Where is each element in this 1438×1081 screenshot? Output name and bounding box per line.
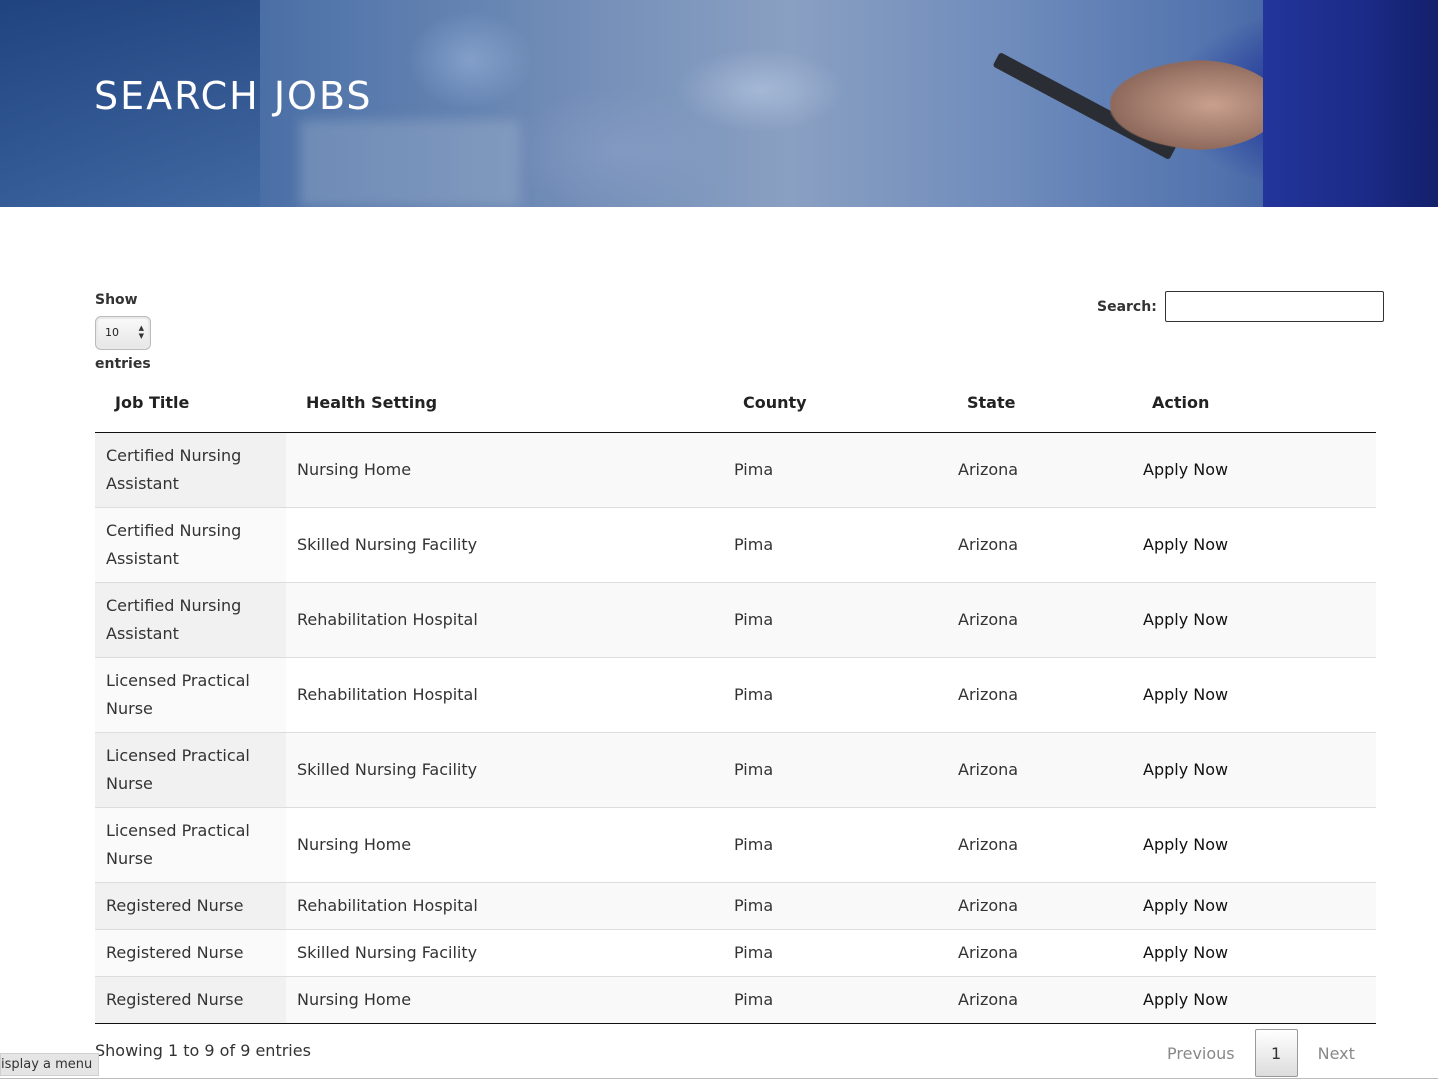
select-arrows-icon: ▲ ▼ bbox=[138, 324, 144, 340]
cell-state: Arizona bbox=[947, 928, 1132, 976]
table-row: Certified Nursing Assistant Rehabilitati… bbox=[95, 581, 1376, 657]
cell-job-title: Certified Nursing Assistant bbox=[95, 581, 286, 657]
cell-job-title: Licensed Practical Nurse bbox=[95, 806, 286, 882]
table-row: Certified Nursing Assistant Skilled Nurs… bbox=[95, 506, 1376, 582]
cell-state: Arizona bbox=[947, 975, 1132, 1024]
cell-state: Arizona bbox=[947, 806, 1132, 882]
pagination: Previous 1 Next bbox=[1147, 1029, 1375, 1077]
cell-job-title: Registered Nurse bbox=[95, 928, 286, 976]
cell-county: Pima bbox=[723, 581, 947, 657]
cell-job-title: Licensed Practical Nurse bbox=[95, 731, 286, 807]
cell-health-setting: Skilled Nursing Facility bbox=[286, 731, 723, 807]
cell-job-title: Licensed Practical Nurse bbox=[95, 656, 286, 732]
cell-state: Arizona bbox=[947, 731, 1132, 807]
cell-county: Pima bbox=[723, 506, 947, 582]
search-control: Search: bbox=[1097, 291, 1384, 322]
cell-health-setting: Skilled Nursing Facility bbox=[286, 928, 723, 976]
header-county[interactable]: County bbox=[723, 380, 947, 433]
hand-image bbox=[1110, 60, 1280, 150]
header-action[interactable]: Action bbox=[1132, 380, 1376, 433]
entries-label: entries bbox=[95, 356, 151, 372]
apply-now-link[interactable]: Apply Now bbox=[1143, 896, 1228, 915]
header-health-setting[interactable]: Health Setting bbox=[286, 380, 723, 433]
cell-county: Pima bbox=[723, 928, 947, 976]
apply-now-link[interactable]: Apply Now bbox=[1143, 990, 1228, 1009]
cell-action: Apply Now bbox=[1132, 806, 1376, 882]
entries-length-control: Show 10 ▲ ▼ entries bbox=[95, 292, 151, 376]
cell-action: Apply Now bbox=[1132, 731, 1376, 807]
cell-health-setting: Nursing Home bbox=[286, 806, 723, 882]
cell-health-setting: Nursing Home bbox=[286, 432, 723, 507]
search-label: Search: bbox=[1097, 298, 1157, 315]
cell-health-setting: Rehabilitation Hospital bbox=[286, 881, 723, 929]
apply-now-link[interactable]: Apply Now bbox=[1143, 685, 1228, 704]
jobs-table: Job Title Health Setting County State Ac… bbox=[95, 380, 1376, 1024]
cell-job-title: Certified Nursing Assistant bbox=[95, 506, 286, 582]
apply-now-link[interactable]: Apply Now bbox=[1143, 835, 1228, 854]
page-title: SEARCH JOBS bbox=[94, 74, 373, 118]
apply-now-link[interactable]: Apply Now bbox=[1143, 760, 1228, 779]
apply-now-link[interactable]: Apply Now bbox=[1143, 535, 1228, 554]
cell-health-setting: Nursing Home bbox=[286, 975, 723, 1024]
hero-banner: SEARCH JOBS bbox=[0, 0, 1438, 207]
divider bbox=[0, 1078, 1438, 1079]
show-label: Show bbox=[95, 292, 138, 308]
cell-county: Pima bbox=[723, 731, 947, 807]
apply-now-link[interactable]: Apply Now bbox=[1143, 610, 1228, 629]
cell-action: Apply Now bbox=[1132, 506, 1376, 582]
table-row: Licensed Practical Nurse Skilled Nursing… bbox=[95, 731, 1376, 807]
cell-county: Pima bbox=[723, 975, 947, 1024]
cell-job-title: Registered Nurse bbox=[95, 975, 286, 1024]
cell-action: Apply Now bbox=[1132, 581, 1376, 657]
next-page-button[interactable]: Next bbox=[1298, 1044, 1375, 1063]
table-info-text: Showing 1 to 9 of 9 entries bbox=[95, 1041, 311, 1060]
hero-background-blur bbox=[300, 120, 520, 207]
previous-page-button[interactable]: Previous bbox=[1147, 1044, 1255, 1063]
cell-action: Apply Now bbox=[1132, 656, 1376, 732]
cell-county: Pima bbox=[723, 656, 947, 732]
search-input[interactable] bbox=[1164, 291, 1384, 322]
table-header-row: Job Title Health Setting County State Ac… bbox=[95, 380, 1376, 433]
table-row: Registered Nurse Nursing Home Pima Arizo… bbox=[95, 975, 1376, 1024]
cell-state: Arizona bbox=[947, 506, 1132, 582]
entries-select-value: 10 bbox=[105, 326, 119, 339]
page-1-button[interactable]: 1 bbox=[1254, 1029, 1298, 1077]
apply-now-link[interactable]: Apply Now bbox=[1143, 460, 1228, 479]
cell-action: Apply Now bbox=[1132, 432, 1376, 507]
cell-health-setting: Skilled Nursing Facility bbox=[286, 506, 723, 582]
cell-health-setting: Rehabilitation Hospital bbox=[286, 656, 723, 732]
table-row: Licensed Practical Nurse Nursing Home Pi… bbox=[95, 806, 1376, 882]
cell-county: Pima bbox=[723, 432, 947, 507]
entries-select[interactable]: 10 ▲ ▼ bbox=[95, 316, 151, 350]
scrubs-sleeve-image bbox=[1263, 0, 1438, 207]
cell-job-title: Certified Nursing Assistant bbox=[95, 432, 286, 507]
cell-action: Apply Now bbox=[1132, 881, 1376, 929]
cell-state: Arizona bbox=[947, 432, 1132, 507]
cell-health-setting: Rehabilitation Hospital bbox=[286, 581, 723, 657]
table-row: Licensed Practical Nurse Rehabilitation … bbox=[95, 656, 1376, 732]
cell-state: Arizona bbox=[947, 581, 1132, 657]
header-state[interactable]: State bbox=[947, 380, 1132, 433]
cell-state: Arizona bbox=[947, 881, 1132, 929]
cell-job-title: Registered Nurse bbox=[95, 881, 286, 929]
cell-action: Apply Now bbox=[1132, 975, 1376, 1024]
cell-county: Pima bbox=[723, 806, 947, 882]
table-row: Certified Nursing Assistant Nursing Home… bbox=[95, 432, 1376, 507]
cell-state: Arizona bbox=[947, 656, 1132, 732]
table-row: Registered Nurse Skilled Nursing Facilit… bbox=[95, 928, 1376, 976]
cell-action: Apply Now bbox=[1132, 928, 1376, 976]
tooltip: isplay a menu bbox=[0, 1053, 100, 1076]
header-job-title[interactable]: Job Title bbox=[95, 380, 286, 433]
cell-county: Pima bbox=[723, 881, 947, 929]
table-row: Registered Nurse Rehabilitation Hospital… bbox=[95, 881, 1376, 929]
apply-now-link[interactable]: Apply Now bbox=[1143, 943, 1228, 962]
